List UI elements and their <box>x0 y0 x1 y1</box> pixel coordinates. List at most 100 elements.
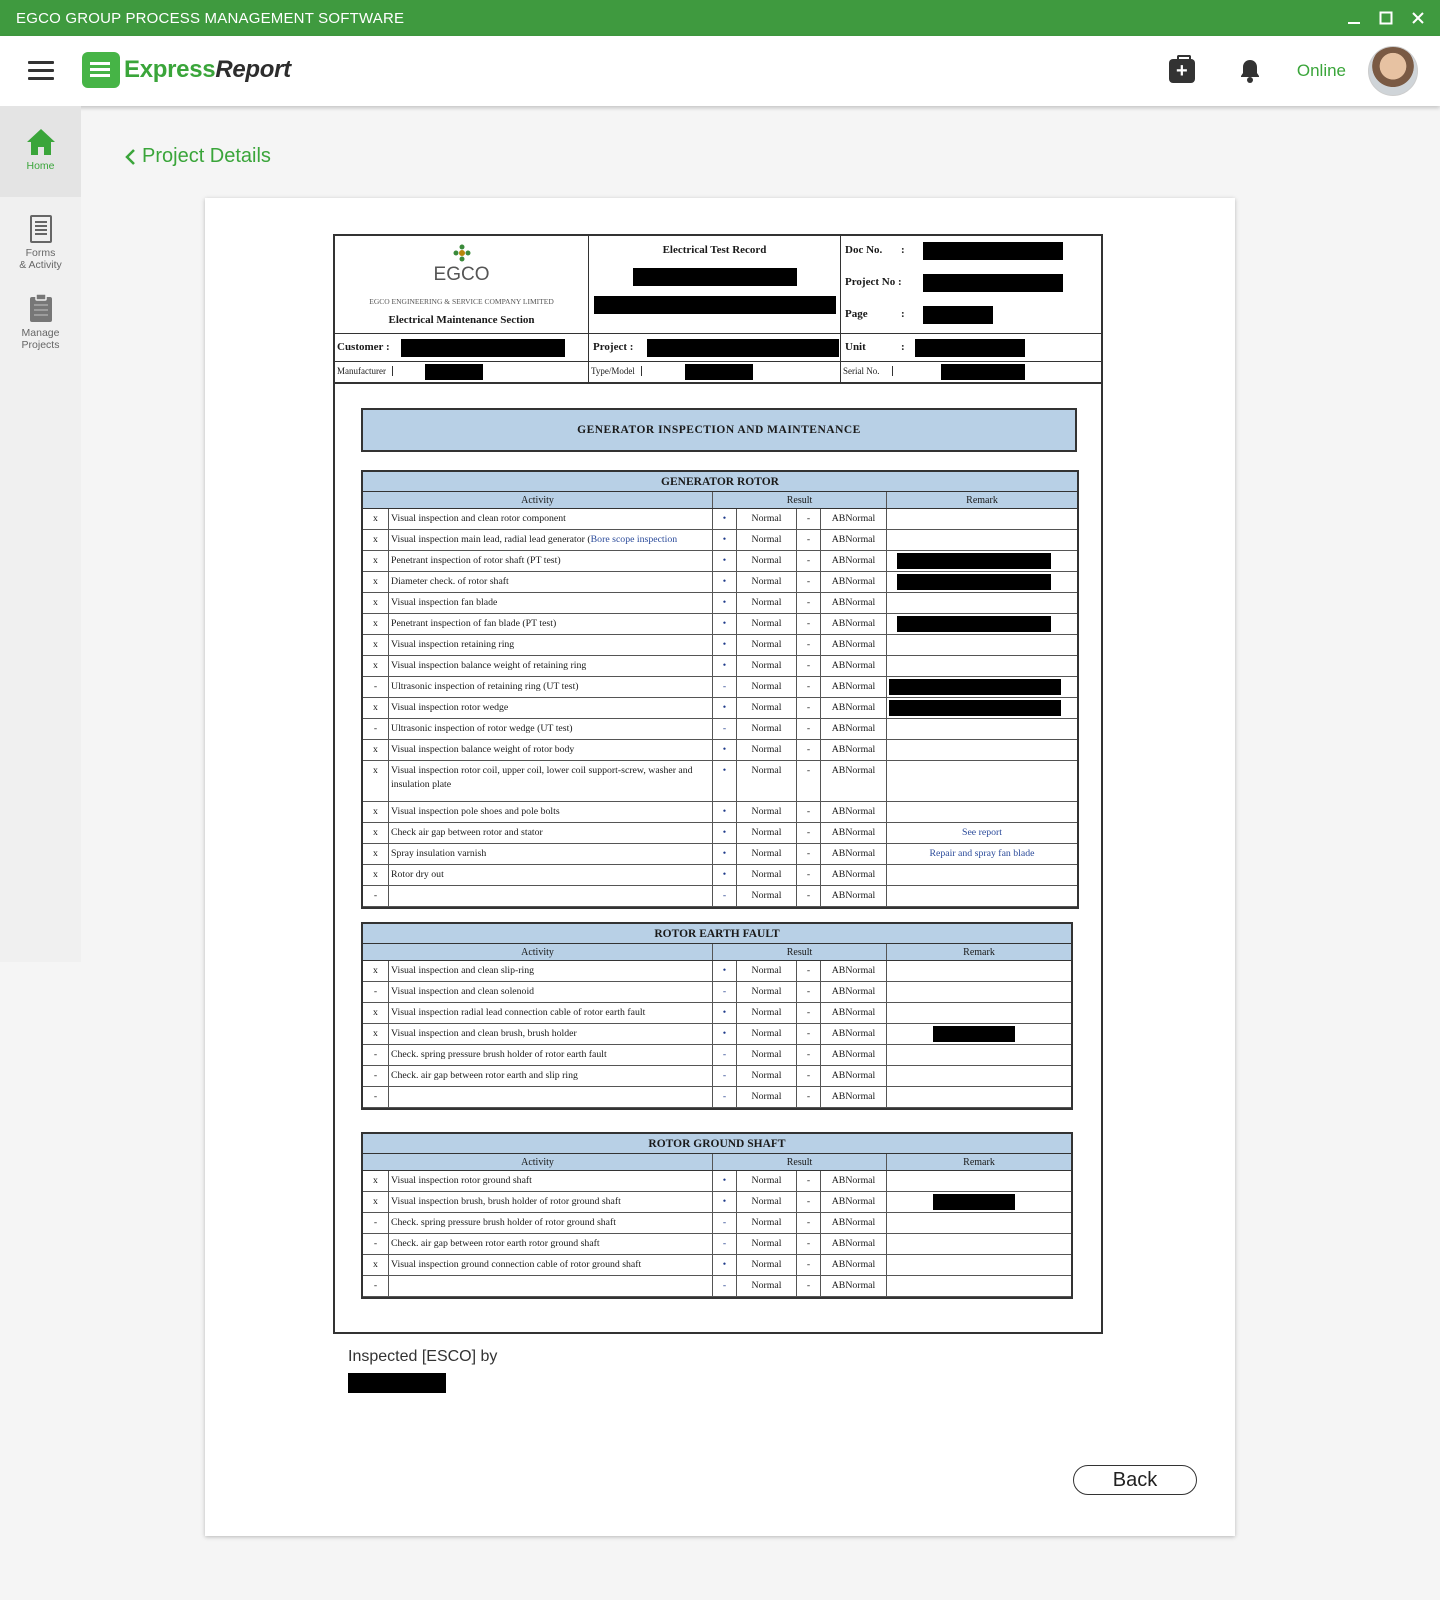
row-result-dash: - <box>797 614 821 634</box>
table-row: x Visual inspection rotor wedge • Normal - AB… <box>363 698 1077 719</box>
row-result-dot: • <box>713 551 737 571</box>
row-result-abnormal: ABNormal <box>821 635 887 655</box>
row-result-dot: • <box>713 761 737 801</box>
record-title-block: Electrical Test Record <box>589 236 841 334</box>
logo-icon <box>82 52 120 88</box>
row-activity: Visual inspection brush, brush holder of… <box>389 1192 713 1212</box>
first-aid-kit-icon[interactable] <box>1168 55 1195 83</box>
row-result-normal: Normal <box>737 886 797 906</box>
table-row: - Ultrasonic inspection of retaining ring… <box>363 677 1077 698</box>
row-result-normal: Normal <box>737 1003 797 1023</box>
row-result-dash: - <box>797 719 821 739</box>
row-result-dot: • <box>713 740 737 760</box>
row-activity: Visual inspection and clean solenoid <box>389 982 713 1002</box>
row-result-abnormal: ABNormal <box>821 865 887 885</box>
row-result-dash: - <box>797 1213 821 1233</box>
hamburger-menu-icon[interactable] <box>28 61 54 81</box>
table-row: x Visual inspection rotor coil, upper coi… <box>363 761 1077 802</box>
row-result-dash: - <box>797 551 821 571</box>
row-activity-text: Visual inspection fan blade <box>391 597 498 608</box>
minimize-icon[interactable] <box>1344 8 1364 28</box>
row-result-normal: Normal <box>737 1087 797 1107</box>
row-mark: x <box>363 802 389 822</box>
row-result-dot: • <box>713 1255 737 1275</box>
row-result-dot: • <box>713 1171 737 1191</box>
row-activity-text: Check. air gap between rotor earth rotor… <box>391 1238 600 1249</box>
row-activity: Visual inspection pole shoes and pole bo… <box>389 802 713 822</box>
type-model-cell: Type/Model <box>589 362 841 384</box>
row-result-abnormal: ABNormal <box>821 982 887 1002</box>
sidebar-item-label-2: & Activity <box>19 259 62 271</box>
section-title: ROTOR EARTH FAULT <box>363 924 1071 944</box>
user-avatar[interactable] <box>1368 46 1418 96</box>
inspected-by-label: Inspected [ESCO] by <box>348 1348 498 1365</box>
document-card: EGCO EGCO ENGINEERING & SERVICE COMPANY … <box>205 198 1235 1536</box>
row-activity: Visual inspection main lead, radial lead… <box>389 530 713 550</box>
sidebar-item-manage-projects[interactable]: Manage Projects <box>0 281 81 365</box>
row-mark: x <box>363 551 389 571</box>
redacted-block <box>897 553 1051 569</box>
row-mark: x <box>363 530 389 550</box>
row-remark: See report <box>962 827 1002 838</box>
row-activity: Penetrant inspection of fan blade (PT te… <box>389 614 713 634</box>
row-result-abnormal: ABNormal <box>821 1276 887 1296</box>
row-result-normal: Normal <box>737 1192 797 1212</box>
row-result-abnormal: ABNormal <box>821 1045 887 1065</box>
redacted-block <box>923 274 1063 292</box>
row-result-abnormal: ABNormal <box>821 1213 887 1233</box>
table-row: - Visual inspection and clean solenoid - No… <box>363 982 1071 1003</box>
record-title: Electrical Test Record <box>662 244 767 256</box>
row-remark <box>887 1276 1071 1296</box>
row-result-dash: - <box>797 698 821 718</box>
colon: : <box>901 341 905 353</box>
window-titlebar: EGCO GROUP PROCESS MANAGEMENT SOFTWARE <box>0 0 1440 36</box>
row-activity: Rotor dry out <box>389 865 713 885</box>
row-mark: x <box>363 865 389 885</box>
sidebar-item-forms[interactable]: Forms & Activity <box>0 197 81 281</box>
redacted-block <box>915 339 1025 357</box>
redacted-block <box>425 364 483 380</box>
close-icon[interactable] <box>1408 8 1428 28</box>
table-row: x Visual inspection fan blade • Normal - ABNo… <box>363 593 1077 614</box>
row-remark <box>887 572 1077 592</box>
window-controls <box>1344 0 1428 36</box>
row-result-abnormal: ABNormal <box>821 551 887 571</box>
row-result-dash: - <box>797 844 821 864</box>
row-result-dot: • <box>713 1003 737 1023</box>
maximize-icon[interactable] <box>1376 8 1396 28</box>
table-row: - Check. air gap between rotor earth and … <box>363 1066 1071 1087</box>
row-mark: x <box>363 1024 389 1044</box>
row-activity: Visual inspection rotor ground shaft <box>389 1171 713 1191</box>
row-activity: Visual inspection and clean rotor compon… <box>389 509 713 529</box>
row-result-abnormal: ABNormal <box>821 961 887 981</box>
row-result-normal: Normal <box>737 802 797 822</box>
table-row: x Visual inspection balance weight of ret… <box>363 656 1077 677</box>
row-result-dot: - <box>713 886 737 906</box>
row-activity: Visual inspection fan blade <box>389 593 713 613</box>
row-remark <box>887 677 1077 697</box>
col-result: Result <box>713 944 887 960</box>
table-row: x Visual inspection pole shoes and pole b… <box>363 802 1077 823</box>
sidebar-item-home[interactable]: Home <box>0 106 81 197</box>
row-result-normal: Normal <box>737 961 797 981</box>
row-remark <box>887 614 1077 634</box>
redacted-block <box>593 296 836 314</box>
bell-icon[interactable] <box>1237 57 1263 85</box>
row-result-normal: Normal <box>737 1276 797 1296</box>
row-activity-text: Check. air gap between rotor earth and s… <box>391 1070 578 1081</box>
row-activity: Check. air gap between rotor earth rotor… <box>389 1234 713 1254</box>
row-result-abnormal: ABNormal <box>821 614 887 634</box>
breadcrumb-back-link[interactable]: Project Details <box>124 145 271 168</box>
row-mark: - <box>363 1276 389 1296</box>
online-status: Online <box>1296 61 1346 80</box>
row-activity-text: Visual inspection brush, brush holder of… <box>391 1196 621 1207</box>
row-result-abnormal: ABNormal <box>821 740 887 760</box>
row-activity-note: Bore scope inspection <box>590 534 678 545</box>
row-result-normal: Normal <box>737 1255 797 1275</box>
table-row: - Check. spring pressure brush holder of … <box>363 1213 1071 1234</box>
row-result-dot: - <box>713 1234 737 1254</box>
row-activity: Check. spring pressure brush holder of r… <box>389 1213 713 1233</box>
back-button[interactable]: Back <box>1073 1465 1197 1495</box>
row-result-normal: Normal <box>737 509 797 529</box>
row-remark <box>887 865 1077 885</box>
